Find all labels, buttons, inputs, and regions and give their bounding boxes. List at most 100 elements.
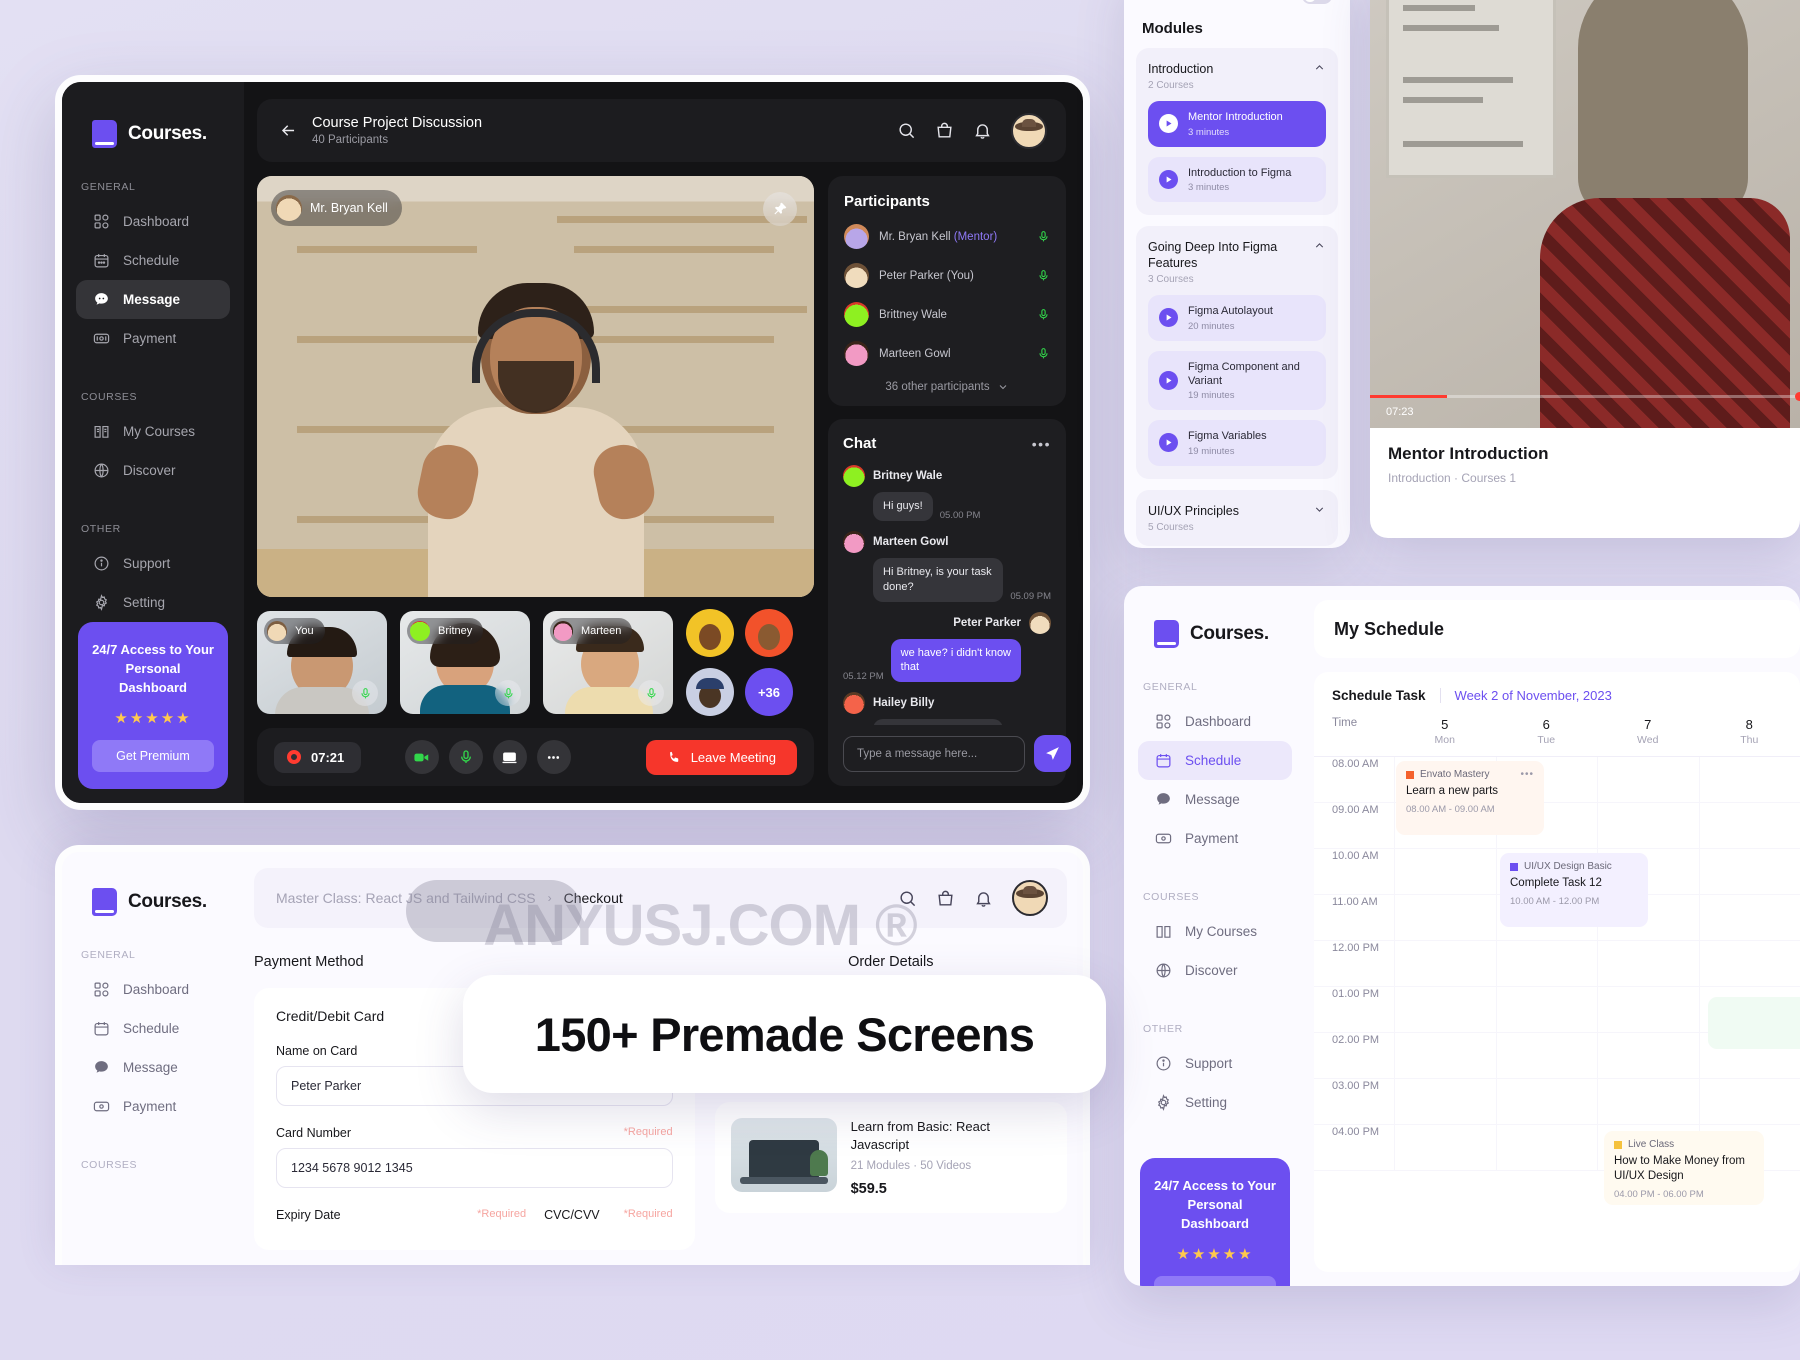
thumbnail-you[interactable]: You [257, 611, 387, 714]
bell-icon[interactable] [974, 889, 993, 908]
control-buttons [404, 740, 571, 774]
sidebar-item-message[interactable]: Message [1138, 780, 1292, 819]
participant-row[interactable]: Marteen Gowl [844, 341, 1050, 366]
thumb-name-chip: Marteen [550, 618, 633, 644]
video-surface[interactable]: 07:23 [1370, 0, 1800, 428]
week-label[interactable]: Week 2 of November, 2023 [1455, 688, 1612, 703]
order-price: $59.5 [850, 1181, 887, 1198]
thumbnail-britney[interactable]: Britney [400, 611, 530, 714]
search-icon[interactable] [898, 889, 917, 908]
sidebar-item-my-courses[interactable]: My Courses [1138, 912, 1292, 951]
sidebar-item-payment[interactable]: Payment [76, 319, 230, 358]
search-icon[interactable] [897, 121, 916, 140]
more-icon[interactable] [536, 740, 571, 774]
sidebar-item-payment[interactable]: Payment [1138, 819, 1292, 858]
time-column-label: Time [1332, 717, 1358, 729]
send-icon[interactable] [1034, 735, 1071, 772]
get-premium-button[interactable]: Get Premium [92, 739, 214, 772]
lesson-item[interactable]: Mentor Introduction 3 minutes [1148, 101, 1326, 147]
other-participants-toggle[interactable]: 36 other participants [844, 381, 1050, 393]
chat-message: Peter Parker 05.12 PM we have? i didn't k… [843, 611, 1051, 683]
avatar[interactable] [1011, 112, 1047, 149]
sidebar-item-schedule[interactable]: Schedule [1138, 741, 1292, 780]
mic-on-icon[interactable] [352, 680, 378, 706]
sidebar-item-dashboard[interactable]: Dashboard [76, 970, 230, 1009]
participant-row[interactable]: Mr. Bryan Kell (Mentor) [844, 224, 1050, 249]
calendar-icon [93, 252, 110, 269]
chevron-up-icon[interactable] [1313, 61, 1326, 74]
mic-on-icon[interactable] [638, 680, 664, 706]
sidebar-item-payment[interactable]: Payment [76, 1087, 230, 1126]
mic-on-icon[interactable] [1037, 308, 1050, 321]
module-course-count: 3 Courses [1148, 274, 1194, 286]
card-number-field[interactable]: 1234 5678 9012 1345 [276, 1148, 673, 1188]
thumbnail-marteen[interactable]: Marteen [543, 611, 673, 714]
chat-header: Chat ••• [843, 435, 1051, 452]
get-premium-button[interactable]: Get Premium [1154, 1275, 1276, 1286]
mic-on-icon[interactable] [1037, 230, 1050, 243]
mic-on-icon[interactable] [495, 680, 521, 706]
avatar[interactable] [745, 609, 793, 657]
pin-icon[interactable] [763, 192, 797, 226]
avatar[interactable] [686, 609, 734, 657]
dark-mode-toggle[interactable] [1302, 0, 1332, 4]
event-category: Live Class [1628, 1139, 1675, 1150]
sidebar-item-support[interactable]: Support [1138, 1044, 1292, 1083]
chevron-down-icon[interactable] [1313, 503, 1326, 516]
participant-row[interactable]: Brittney Wale [844, 302, 1050, 327]
modules-panel: Dark Mode Modules Introduction 2 Courses… [1124, 0, 1350, 548]
sidebar-item-label: Dashboard [1185, 714, 1252, 729]
sidebar-item-dashboard[interactable]: Dashboard [1138, 702, 1292, 741]
more-icon[interactable]: ••• [1520, 769, 1534, 780]
sidebar-item-message[interactable]: Message [76, 1048, 230, 1087]
chevron-up-icon[interactable] [1313, 239, 1326, 252]
mic-on-icon[interactable] [1037, 347, 1050, 360]
sidebar-item-setting[interactable]: Setting [1138, 1083, 1292, 1122]
main-video-tile[interactable]: Mr. Bryan Kell [257, 176, 814, 597]
arrow-left-icon[interactable] [279, 121, 298, 140]
sidebar-item-schedule[interactable]: Schedule [76, 241, 230, 280]
chat-input[interactable] [843, 735, 1025, 772]
more-participants-button[interactable]: +36 [745, 668, 793, 716]
sidebar-item-discover[interactable]: Discover [1138, 951, 1292, 990]
sidebar-item-message[interactable]: Message [76, 280, 230, 319]
sidebar-item-setting[interactable]: Setting [76, 583, 230, 622]
breadcrumb-parent[interactable]: Master Class: React JS and Tailwind CSS [276, 890, 536, 906]
lesson-item[interactable]: Figma Component and Variant 19 minutes [1148, 350, 1326, 411]
meeting-body: Mr. Bryan Kell You Britney Marteen +36 0… [257, 176, 1071, 786]
chat-message: Britney Wale Hi guys! 05.00 PM [843, 465, 1051, 521]
schedule-event[interactable] [1708, 997, 1800, 1049]
schedule-event[interactable]: Live Class How to Make Money from UI/UX … [1604, 1131, 1764, 1205]
sidebar-item-my-courses[interactable]: My Courses [76, 412, 230, 451]
lesson-duration: 20 minutes [1188, 320, 1235, 332]
avatar[interactable] [686, 668, 734, 716]
lesson-item[interactable]: Figma Autolayout 20 minutes [1148, 295, 1326, 341]
sidebar-item-support[interactable]: Support [76, 544, 230, 583]
avatar[interactable] [1012, 880, 1048, 916]
module-section-figma-features: Going Deep Into Figma Features 3 Courses… [1136, 225, 1338, 479]
lesson-item[interactable]: Figma Variables 19 minutes [1148, 420, 1326, 466]
leave-meeting-button[interactable]: Leave Meeting [645, 739, 797, 775]
bag-icon[interactable] [935, 121, 954, 140]
lesson-item[interactable]: Introduction to Figma 3 minutes [1148, 156, 1326, 202]
avatar [844, 224, 869, 249]
screen-share-icon[interactable] [492, 740, 527, 774]
module-section-uiux-principles[interactable]: UI/UX Principles 5 Courses [1136, 489, 1338, 546]
sidebar-item-discover[interactable]: Discover [76, 451, 230, 490]
sidebar-item-dashboard[interactable]: Dashboard [76, 202, 230, 241]
more-icon[interactable]: ••• [1032, 436, 1051, 452]
bag-icon[interactable] [936, 889, 955, 908]
bell-icon[interactable] [973, 121, 992, 140]
participant-row[interactable]: Peter Parker (You) [844, 263, 1050, 288]
divider [1439, 688, 1441, 703]
grid-icon [93, 981, 110, 998]
schedule-event[interactable]: UI/UX Design Basic Complete Task 12 10.0… [1500, 853, 1648, 927]
progress-bar-track[interactable] [1370, 395, 1800, 398]
camera-icon[interactable] [404, 740, 439, 774]
schedule-event[interactable]: Envato Mastery ••• Learn a new parts 08.0… [1396, 761, 1544, 835]
avatar [844, 302, 869, 327]
avatar [843, 530, 865, 553]
mic-on-icon[interactable] [1037, 269, 1050, 282]
sidebar-item-schedule[interactable]: Schedule [76, 1009, 230, 1048]
mic-icon[interactable] [448, 740, 483, 774]
